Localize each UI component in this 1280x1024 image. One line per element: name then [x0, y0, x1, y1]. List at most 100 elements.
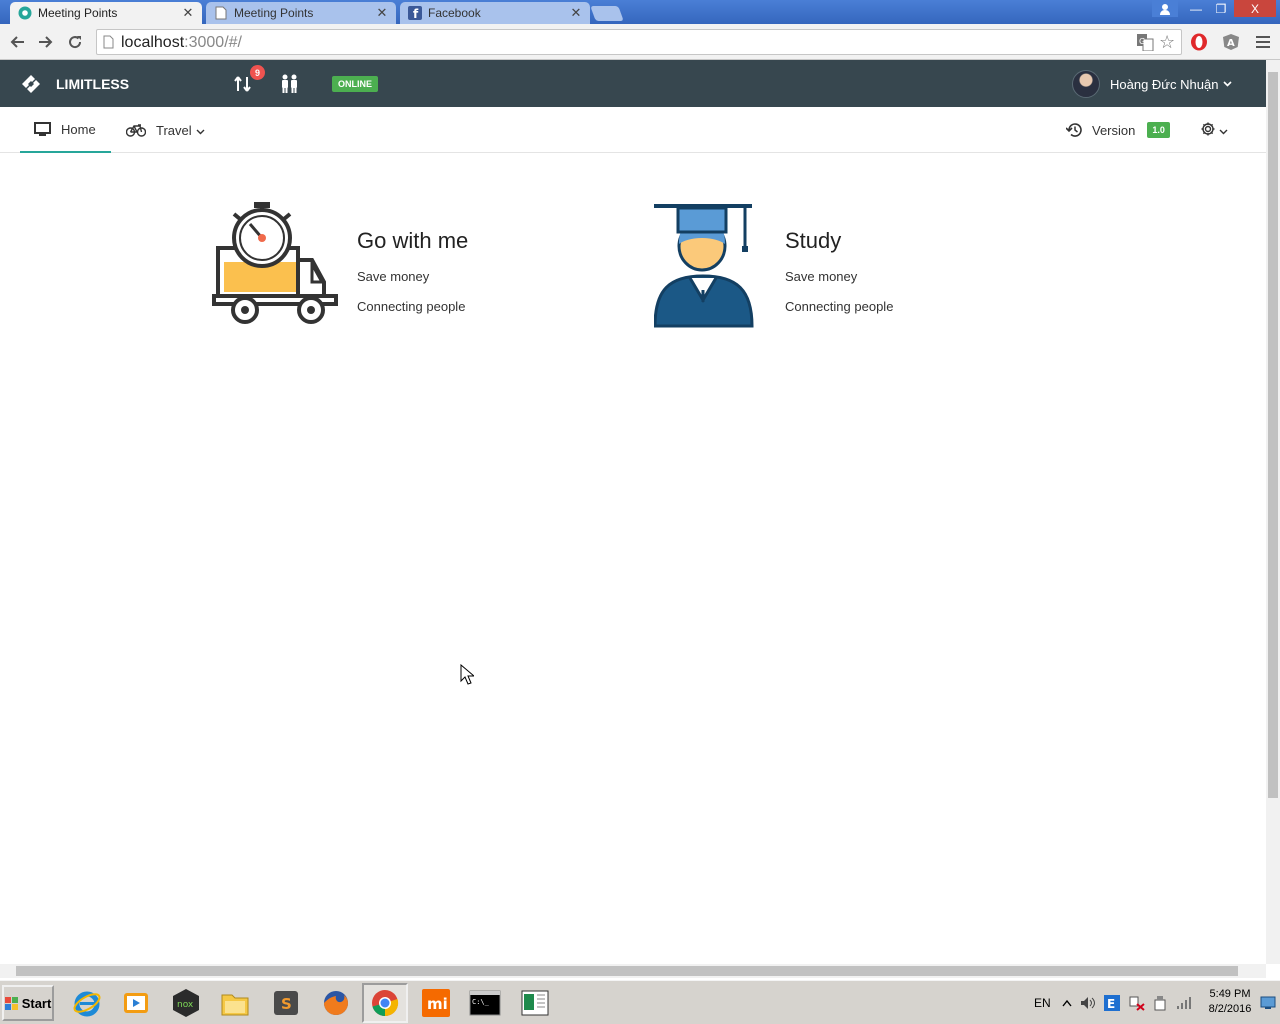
delivery-truck-stopwatch-icon [212, 202, 338, 324]
evernote-tray-icon[interactable]: E [1104, 981, 1120, 1024]
avatar [1072, 70, 1100, 98]
nav-travel[interactable]: Travel [126, 107, 205, 153]
svg-text:A: A [1227, 38, 1235, 49]
page-icon [103, 35, 114, 54]
forward-arrow-icon[interactable] [36, 32, 56, 52]
command-prompt-icon[interactable]: C:\_ [462, 983, 508, 1023]
new-tab-button[interactable] [590, 6, 624, 21]
usb-device-icon[interactable] [1152, 981, 1168, 1024]
bicycle-icon [126, 123, 146, 137]
go-with-me-card[interactable]: Go with me Save money Connecting people [212, 200, 468, 333]
back-arrow-icon[interactable] [7, 32, 27, 52]
meeting-points-favicon-icon [18, 6, 32, 20]
nox-player-icon[interactable]: nox [163, 983, 209, 1023]
translate-icon[interactable]: G [1137, 34, 1154, 56]
document-favicon-icon [214, 6, 228, 20]
mi-app-icon[interactable]: mi [413, 983, 459, 1023]
chevron-down-icon [1223, 79, 1233, 90]
monitor-icon [34, 122, 51, 136]
firefox-icon[interactable] [313, 983, 359, 1023]
tab-close-icon[interactable]: ✕ [376, 5, 388, 21]
brand[interactable]: LIMITLESS [20, 74, 129, 94]
tab-title: Meeting Points [234, 6, 314, 20]
word-document-icon[interactable] [512, 983, 558, 1023]
menu-hamburger-icon[interactable] [1254, 33, 1272, 51]
file-explorer-icon[interactable] [212, 983, 258, 1023]
browser-tab-meeting-points[interactable]: Meeting Points ✕ [206, 2, 396, 24]
volume-icon[interactable] [1080, 981, 1096, 1024]
bookmark-star-icon[interactable]: ☆ [1159, 32, 1175, 53]
url-text: localhost:3000/#/ [121, 34, 242, 52]
close-window-button[interactable]: X [1234, 0, 1276, 17]
nav-home[interactable]: Home [20, 107, 111, 153]
media-player-icon[interactable] [113, 983, 159, 1023]
svg-text:C:\_: C:\_ [472, 998, 490, 1006]
svg-text:G: G [1139, 37, 1145, 46]
angular-extension-icon[interactable]: A [1222, 33, 1240, 51]
nav-travel-label: Travel [156, 122, 192, 138]
start-button[interactable]: Start [2, 985, 54, 1021]
url-host: localhost [121, 34, 185, 51]
network-disconnected-icon[interactable] [1128, 981, 1146, 1024]
signal-strength-icon[interactable] [1176, 981, 1192, 1024]
url-path: :3000/#/ [184, 34, 242, 51]
card-line: Connecting people [357, 299, 466, 314]
browser-tab-meeting-points-active[interactable]: Meeting Points ✕ [10, 2, 202, 24]
svg-text:S: S [281, 995, 292, 1013]
study-card[interactable]: Study Save money Connecting people [653, 200, 893, 333]
start-label: Start [21, 995, 52, 1011]
nav-version[interactable]: Version 1.0 [1066, 107, 1170, 153]
taskbar-clock[interactable]: 5:49 PM 8/2/2016 [1200, 987, 1260, 1017]
profile-icon[interactable] [1152, 0, 1178, 17]
clock-time: 5:49 PM [1209, 988, 1251, 1000]
chrome-icon[interactable] [362, 983, 408, 1023]
card-title: Go with me [357, 228, 469, 253]
language-indicator[interactable]: EN [1034, 981, 1051, 1024]
user-menu[interactable]: Hoàng Đức Nhuận [1072, 70, 1233, 98]
svg-text:nox: nox [177, 1000, 194, 1010]
horizontal-scrollbar[interactable] [0, 964, 1266, 978]
browser-toolbar: localhost:3000/#/ G ☆ A [0, 24, 1280, 60]
tab-close-icon[interactable]: ✕ [570, 5, 582, 21]
show-hidden-icons-icon[interactable] [1062, 981, 1072, 1024]
secondary-nav: Home Travel Version 1.0 [0, 107, 1266, 153]
card-line: Save money [785, 269, 858, 284]
notification-count-badge: 9 [250, 65, 265, 80]
sublime-text-icon[interactable]: S [263, 983, 309, 1023]
settings-menu[interactable] [1200, 107, 1228, 153]
restore-button[interactable]: ❐ [1208, 0, 1234, 17]
address-bar[interactable]: localhost:3000/#/ G ☆ [96, 29, 1182, 55]
card-line: Save money [357, 269, 430, 284]
svg-text:E: E [1107, 997, 1115, 1011]
clock-date: 8/2/2016 [1208, 1003, 1252, 1015]
brand-name: LIMITLESS [56, 76, 130, 92]
browser-tab-facebook[interactable]: f Facebook ✕ [400, 2, 590, 24]
svg-text:mi: mi [427, 995, 448, 1013]
user-name: Hoàng Đức Nhuận [1110, 76, 1219, 92]
vertical-scroll-thumb[interactable] [1268, 72, 1278, 798]
chevron-down-icon [196, 123, 205, 138]
card-line: Connecting people [785, 299, 894, 314]
minimize-button[interactable]: — [1183, 0, 1209, 17]
chevron-down-icon [1219, 123, 1228, 138]
horizontal-scroll-thumb[interactable] [16, 966, 1238, 976]
show-desktop-icon[interactable] [1260, 981, 1276, 1024]
limitless-logo-icon [22, 75, 40, 93]
reload-icon[interactable] [65, 32, 85, 52]
vertical-scrollbar[interactable] [1266, 60, 1280, 964]
opera-extension-icon[interactable] [1190, 33, 1208, 51]
mouse-pointer-icon [460, 664, 474, 685]
browser-tab-strip: Meeting Points ✕ Meeting Points ✕ f Face… [0, 0, 1280, 24]
gear-icon [1200, 121, 1216, 140]
card-title: Study [785, 228, 842, 253]
graduate-student-icon [653, 204, 754, 328]
nav-home-label: Home [61, 121, 96, 137]
version-label: Version [1092, 122, 1136, 138]
facebook-favicon-icon: f [408, 6, 422, 20]
tab-close-icon[interactable]: ✕ [182, 5, 194, 21]
people-icon[interactable] [280, 74, 300, 94]
taskbar: Start nox S mi C:\_ EN E 5:49 PM 8/2/201… [0, 980, 1280, 1024]
version-badge: 1.0 [1147, 122, 1170, 138]
svg-text:f: f [413, 7, 419, 20]
internet-explorer-icon[interactable] [64, 983, 110, 1023]
